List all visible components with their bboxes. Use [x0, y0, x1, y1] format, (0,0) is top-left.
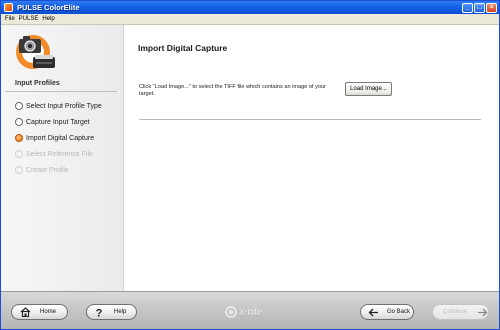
sidebar-divider	[5, 91, 117, 92]
sidebar-heading: Input Profiles	[15, 80, 60, 87]
step-create-profile: Create Profile	[15, 164, 69, 176]
step-label: Select Reference File	[26, 150, 93, 158]
continue-label: Continue	[443, 309, 468, 315]
page-title: Import Digital Capture	[138, 43, 228, 53]
step-radio-icon	[15, 118, 23, 126]
go-back-button[interactable]: Go Back	[360, 304, 414, 320]
step-radio-active-icon	[15, 134, 23, 142]
maximize-button[interactable]: □	[474, 2, 485, 13]
load-image-button[interactable]: Load Image...	[345, 82, 392, 96]
help-button[interactable]: ? Help	[86, 304, 137, 320]
arrow-right-icon	[476, 306, 488, 318]
step-select-reference-file: Select Reference File	[15, 148, 93, 160]
menu-help[interactable]: Help	[40, 14, 56, 24]
step-label: Import Digital Capture	[26, 134, 95, 142]
help-label: Help	[114, 309, 127, 315]
menu-bar: File PULSE Help	[1, 14, 499, 25]
xrite-logo-text: x·rite	[239, 306, 263, 318]
xrite-mark-icon	[225, 306, 237, 318]
title-bar[interactable]: PULSE ColorElite _ □ ×	[1, 1, 499, 14]
menu-pulse[interactable]: PULSE	[17, 14, 41, 24]
main-panel: Import Digital Capture Click "Load Image…	[124, 25, 499, 291]
arrow-left-icon	[367, 306, 379, 318]
app-icon	[4, 3, 13, 12]
step-radio-icon	[15, 150, 23, 158]
close-button[interactable]: ×	[486, 2, 497, 13]
footer-bar: Home ? Help x·rite Go Back Continue	[1, 291, 499, 329]
app-window: PULSE ColorElite _ □ × File PULSE Help I…	[0, 0, 500, 330]
instructions-text: Click "Load Image..." to select the TIFF…	[139, 84, 326, 97]
home-button[interactable]: Home	[11, 304, 68, 320]
go-back-label: Go Back	[387, 309, 411, 315]
continue-button[interactable]: Continue	[432, 304, 489, 320]
step-select-input-profile-type[interactable]: Select Input Profile Type	[15, 100, 102, 112]
svg-text:?: ?	[96, 307, 103, 318]
window-controls: _ □ ×	[462, 2, 497, 13]
step-import-digital-capture[interactable]: Import Digital Capture	[15, 132, 94, 144]
window-title: PULSE ColorElite	[17, 3, 80, 12]
step-capture-input-target[interactable]: Capture Input Target	[15, 116, 90, 128]
step-label: Select Input Profile Type	[26, 102, 102, 110]
menu-file[interactable]: File	[3, 14, 17, 24]
sidebar: Input Profiles Select Input Profile Type…	[1, 25, 124, 291]
step-radio-icon	[15, 102, 23, 110]
content-divider	[139, 119, 481, 120]
minimize-button[interactable]: _	[462, 2, 473, 13]
home-label: Home	[40, 309, 57, 315]
camera-scanner-icon	[16, 35, 55, 69]
xrite-logo: x·rite	[225, 305, 262, 319]
step-label: Capture Input Target	[26, 118, 90, 126]
step-label: Create Profile	[26, 166, 69, 174]
step-radio-icon	[15, 166, 23, 174]
question-mark-icon: ?	[93, 306, 105, 318]
home-icon	[19, 306, 31, 318]
